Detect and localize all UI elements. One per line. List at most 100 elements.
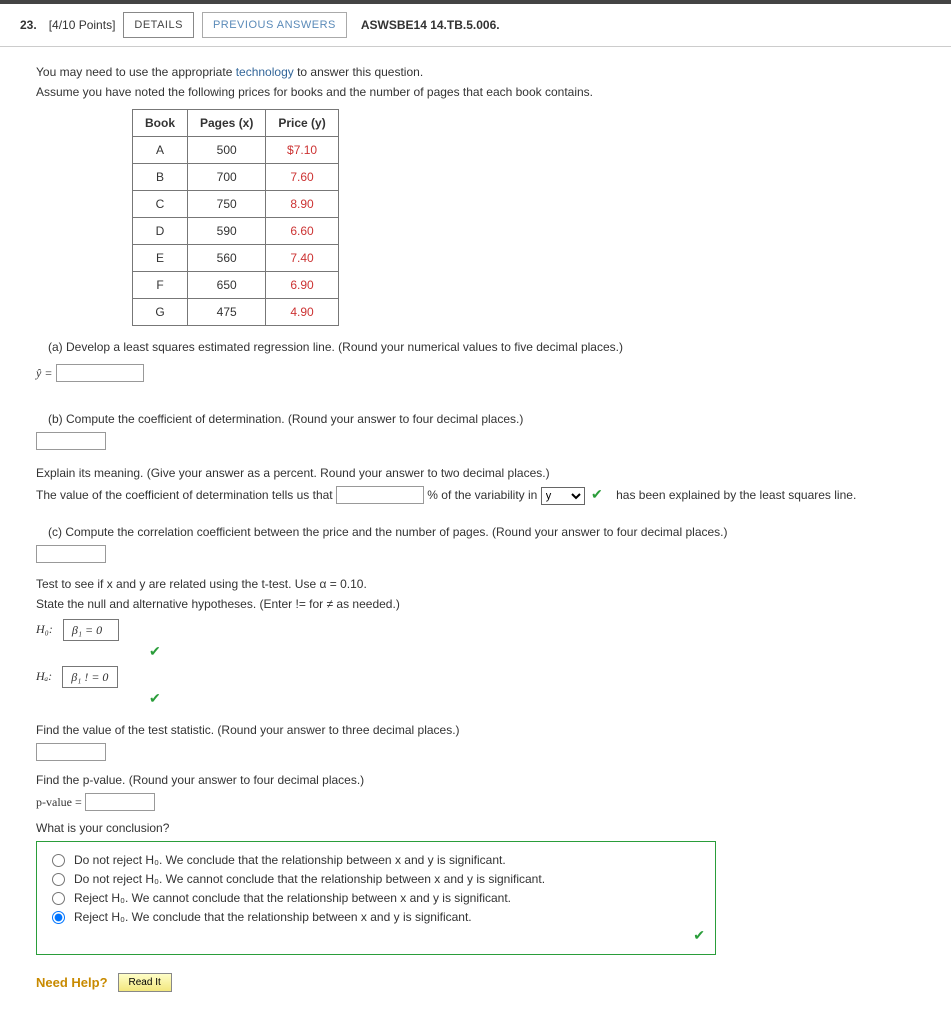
ttest-text: Test to see if x and y are related using…: [36, 577, 915, 591]
part-a-text: Develop a least squares estimated regres…: [66, 340, 623, 354]
cell-book: E: [133, 245, 188, 272]
cell-book: C: [133, 191, 188, 218]
table-row: B7007.60: [133, 164, 339, 191]
col-pages: Pages (x): [188, 110, 266, 137]
find-pvalue-text: Find the p-value. (Round your answer to …: [36, 773, 915, 787]
table-row: D5906.60: [133, 218, 339, 245]
question-number: 23.: [20, 18, 37, 32]
table-row: G4754.90: [133, 299, 339, 326]
option-text: Reject H₀. We cannot conclude that the r…: [74, 891, 511, 905]
part-b: (b) Compute the coefficient of determina…: [36, 412, 915, 505]
option-text: Do not reject H₀. We conclude that the r…: [74, 853, 506, 867]
cell-price: 4.90: [266, 299, 338, 326]
need-help-label: Need Help?: [36, 975, 108, 990]
cell-price: $7.10: [266, 137, 338, 164]
correlation-input[interactable]: [36, 545, 106, 563]
intro-line-2: Assume you have noted the following pric…: [36, 85, 915, 99]
explain-text: Explain its meaning. (Give your answer a…: [36, 466, 915, 480]
cell-price: 7.60: [266, 164, 338, 191]
sentence-mid: % of the variability in: [427, 488, 540, 502]
test-statistic-input[interactable]: [36, 743, 106, 761]
part-c: (c) Compute the correlation coefficient …: [36, 525, 915, 992]
table-row: E5607.40: [133, 245, 339, 272]
cell-pages: 750: [188, 191, 266, 218]
technology-link[interactable]: technology: [236, 65, 294, 79]
table-row: F6506.90: [133, 272, 339, 299]
part-c-text: Compute the correlation coefficient betw…: [65, 525, 727, 539]
conclusion-option[interactable]: Reject H₀. We conclude that the relation…: [47, 910, 705, 924]
cell-price: 8.90: [266, 191, 338, 218]
sentence-pre: The value of the coefficient of determin…: [36, 488, 336, 502]
question-header: 23. [4/10 Points] DETAILS PREVIOUS ANSWE…: [0, 4, 951, 47]
col-book: Book: [133, 110, 188, 137]
conclusion-question: What is your conclusion?: [36, 821, 915, 835]
pvalue-input[interactable]: [85, 793, 155, 811]
radio-option-3[interactable]: [52, 892, 65, 905]
part-b-label: (b): [48, 412, 63, 426]
r2-input[interactable]: [36, 432, 106, 450]
percent-input[interactable]: [336, 486, 424, 504]
h0-input[interactable]: β₁ = 0: [63, 619, 119, 641]
need-help-row: Need Help? Read It: [36, 973, 915, 992]
col-price: Price (y): [266, 110, 338, 137]
option-text: Do not reject H₀. We cannot conclude tha…: [74, 872, 545, 886]
conclusion-box: Do not reject H₀. We conclude that the r…: [36, 841, 716, 955]
regression-input[interactable]: [56, 364, 144, 382]
cell-price: 7.40: [266, 245, 338, 272]
ha-input[interactable]: β₁ ! = 0: [62, 666, 118, 688]
cell-book: D: [133, 218, 188, 245]
intro-post: to answer this question.: [294, 65, 423, 79]
question-id: ASWSBE14 14.TB.5.006.: [361, 18, 500, 32]
radio-option-1[interactable]: [52, 854, 65, 867]
data-table: Book Pages (x) Price (y) A500$7.10 B7007…: [132, 109, 339, 326]
h0-label: H₀:: [36, 622, 53, 636]
cell-pages: 590: [188, 218, 266, 245]
table-header-row: Book Pages (x) Price (y): [133, 110, 339, 137]
part-a-label: (a): [48, 340, 63, 354]
h0-row: H₀: β₁ = 0 ✔: [36, 619, 915, 660]
read-it-button[interactable]: Read It: [118, 973, 172, 992]
sentence-post: has been explained by the least squares …: [613, 488, 857, 502]
cell-book: A: [133, 137, 188, 164]
points-label: [4/10 Points]: [49, 18, 116, 32]
question-content: You may need to use the appropriate tech…: [0, 47, 951, 1016]
cell-pages: 560: [188, 245, 266, 272]
table-row: C7508.90: [133, 191, 339, 218]
check-icon: ✔: [47, 927, 705, 944]
conclusion-option[interactable]: Do not reject H₀. We conclude that the r…: [47, 853, 705, 867]
table-row: A500$7.10: [133, 137, 339, 164]
details-button[interactable]: DETAILS: [123, 12, 194, 38]
conclusion-option[interactable]: Reject H₀. We cannot conclude that the r…: [47, 891, 705, 905]
cell-book: F: [133, 272, 188, 299]
check-icon: ✔: [149, 643, 161, 659]
radio-option-4[interactable]: [52, 911, 65, 924]
cell-book: B: [133, 164, 188, 191]
previous-answers-button[interactable]: PREVIOUS ANSWERS: [202, 12, 347, 38]
radio-option-2[interactable]: [52, 873, 65, 886]
part-c-label: (c): [48, 525, 62, 539]
check-icon: ✔: [149, 690, 161, 706]
find-stat-text: Find the value of the test statistic. (R…: [36, 723, 915, 737]
intro-line-1: You may need to use the appropriate tech…: [36, 65, 915, 79]
cell-pages: 475: [188, 299, 266, 326]
conclusion-option[interactable]: Do not reject H₀. We cannot conclude tha…: [47, 872, 705, 886]
check-icon: ✔: [591, 486, 603, 502]
part-a: (a) Develop a least squares estimated re…: [36, 340, 915, 382]
pvalue-label: p-value =: [36, 795, 82, 809]
variable-select[interactable]: y: [541, 487, 585, 505]
part-a-input-row: ŷ =: [36, 364, 915, 382]
intro-pre: You may need to use the appropriate: [36, 65, 236, 79]
hypothesis-instructions: State the null and alternative hypothese…: [36, 597, 915, 611]
cell-price: 6.60: [266, 218, 338, 245]
explain-sentence: The value of the coefficient of determin…: [36, 486, 915, 505]
cell-pages: 650: [188, 272, 266, 299]
cell-book: G: [133, 299, 188, 326]
cell-pages: 500: [188, 137, 266, 164]
option-text: Reject H₀. We conclude that the relation…: [74, 910, 472, 924]
ha-label: Hₐ:: [36, 669, 52, 683]
yhat-label: ŷ =: [36, 366, 52, 380]
cell-price: 6.90: [266, 272, 338, 299]
cell-pages: 700: [188, 164, 266, 191]
ha-row: Hₐ: β₁ ! = 0 ✔: [36, 666, 915, 707]
part-b-text: Compute the coefficient of determination…: [66, 412, 523, 426]
